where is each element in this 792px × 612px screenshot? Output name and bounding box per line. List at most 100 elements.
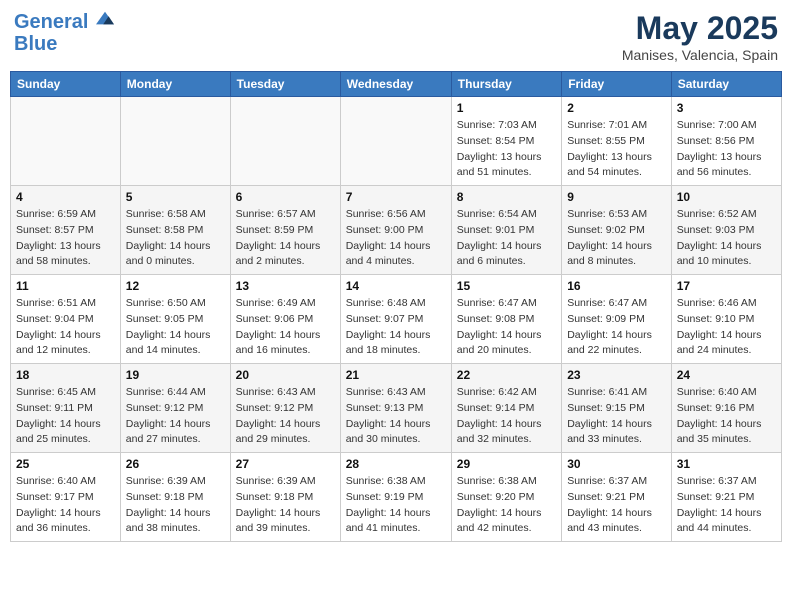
- day-number: 25: [16, 457, 115, 471]
- day-number: 12: [126, 279, 225, 293]
- weekday-header-cell: Monday: [120, 72, 230, 97]
- day-number: 18: [16, 368, 115, 382]
- day-number: 7: [346, 190, 446, 204]
- day-number: 21: [346, 368, 446, 382]
- day-number: 15: [457, 279, 556, 293]
- calendar-cell: 6 Sunrise: 6:57 AMSunset: 8:59 PMDaylight…: [230, 186, 340, 275]
- calendar-cell: 12 Sunrise: 6:50 AMSunset: 9:05 PMDayligh…: [120, 275, 230, 364]
- day-number: 22: [457, 368, 556, 382]
- day-info: Sunrise: 6:56 AMSunset: 9:00 PMDaylight:…: [346, 207, 446, 270]
- day-info: Sunrise: 6:39 AMSunset: 9:18 PMDaylight:…: [236, 474, 335, 537]
- day-info: Sunrise: 6:53 AMSunset: 9:02 PMDaylight:…: [567, 207, 666, 270]
- day-number: 2: [567, 101, 666, 115]
- calendar-cell: 2 Sunrise: 7:01 AMSunset: 8:55 PMDaylight…: [562, 97, 672, 186]
- calendar-cell: 10Sunrise: 6:52 AMSunset: 9:03 PMDayligh…: [671, 186, 781, 275]
- page-header: General Blue May 2025 Manises, Valencia,…: [10, 10, 782, 63]
- day-number: 17: [677, 279, 776, 293]
- day-info: Sunrise: 6:44 AMSunset: 9:12 PMDaylight:…: [126, 385, 225, 448]
- day-info: Sunrise: 6:52 AMSunset: 9:03 PMDaylight:…: [677, 207, 776, 270]
- calendar-cell: 24Sunrise: 6:40 AMSunset: 9:16 PMDayligh…: [671, 364, 781, 453]
- day-number: 13: [236, 279, 335, 293]
- calendar-body: 1 Sunrise: 7:03 AMSunset: 8:54 PMDaylight…: [11, 97, 782, 542]
- calendar-cell: 22 Sunrise: 6:42 AMSunset: 9:14 PMDayligh…: [451, 364, 561, 453]
- calendar-cell: 25Sunrise: 6:40 AMSunset: 9:17 PMDayligh…: [11, 453, 121, 542]
- calendar-week-row: 1 Sunrise: 7:03 AMSunset: 8:54 PMDaylight…: [11, 97, 782, 186]
- calendar-cell: [11, 97, 121, 186]
- calendar-week-row: 11Sunrise: 6:51 AMSunset: 9:04 PMDayligh…: [11, 275, 782, 364]
- calendar-cell: [340, 97, 451, 186]
- day-info: Sunrise: 6:48 AMSunset: 9:07 PMDaylight:…: [346, 296, 446, 359]
- calendar-cell: 30 Sunrise: 6:37 AMSunset: 9:21 PMDayligh…: [562, 453, 672, 542]
- day-number: 20: [236, 368, 335, 382]
- day-info: Sunrise: 7:03 AMSunset: 8:54 PMDaylight:…: [457, 118, 556, 181]
- day-info: Sunrise: 6:43 AMSunset: 9:12 PMDaylight:…: [236, 385, 335, 448]
- calendar-cell: 28Sunrise: 6:38 AMSunset: 9:19 PMDayligh…: [340, 453, 451, 542]
- day-number: 26: [126, 457, 225, 471]
- calendar-cell: 8 Sunrise: 6:54 AMSunset: 9:01 PMDaylight…: [451, 186, 561, 275]
- calendar-cell: 29 Sunrise: 6:38 AMSunset: 9:20 PMDayligh…: [451, 453, 561, 542]
- day-info: Sunrise: 6:59 AMSunset: 8:57 PMDaylight:…: [16, 207, 115, 270]
- calendar-cell: 19 Sunrise: 6:44 AMSunset: 9:12 PMDayligh…: [120, 364, 230, 453]
- calendar-week-row: 25Sunrise: 6:40 AMSunset: 9:17 PMDayligh…: [11, 453, 782, 542]
- day-info: Sunrise: 6:51 AMSunset: 9:04 PMDaylight:…: [16, 296, 115, 359]
- calendar-cell: 7 Sunrise: 6:56 AMSunset: 9:00 PMDaylight…: [340, 186, 451, 275]
- day-number: 23: [567, 368, 666, 382]
- calendar-cell: 16 Sunrise: 6:47 AMSunset: 9:09 PMDayligh…: [562, 275, 672, 364]
- calendar-week-row: 18 Sunrise: 6:45 AMSunset: 9:11 PMDayligh…: [11, 364, 782, 453]
- day-info: Sunrise: 6:54 AMSunset: 9:01 PMDaylight:…: [457, 207, 556, 270]
- calendar-cell: 14 Sunrise: 6:48 AMSunset: 9:07 PMDayligh…: [340, 275, 451, 364]
- day-info: Sunrise: 6:37 AMSunset: 9:21 PMDaylight:…: [567, 474, 666, 537]
- day-info: Sunrise: 6:39 AMSunset: 9:18 PMDaylight:…: [126, 474, 225, 537]
- weekday-header-cell: Sunday: [11, 72, 121, 97]
- calendar-week-row: 4 Sunrise: 6:59 AMSunset: 8:57 PMDaylight…: [11, 186, 782, 275]
- calendar-cell: 18 Sunrise: 6:45 AMSunset: 9:11 PMDayligh…: [11, 364, 121, 453]
- logo: General Blue: [14, 10, 114, 55]
- day-info: Sunrise: 6:37 AMSunset: 9:21 PMDaylight:…: [677, 474, 776, 537]
- day-number: 30: [567, 457, 666, 471]
- day-info: Sunrise: 6:47 AMSunset: 9:09 PMDaylight:…: [567, 296, 666, 359]
- day-info: Sunrise: 6:40 AMSunset: 9:16 PMDaylight:…: [677, 385, 776, 448]
- weekday-header-cell: Saturday: [671, 72, 781, 97]
- day-number: 4: [16, 190, 115, 204]
- calendar-cell: 9Sunrise: 6:53 AMSunset: 9:02 PMDaylight…: [562, 186, 672, 275]
- calendar-cell: 4 Sunrise: 6:59 AMSunset: 8:57 PMDaylight…: [11, 186, 121, 275]
- day-info: Sunrise: 6:47 AMSunset: 9:08 PMDaylight:…: [457, 296, 556, 359]
- location-subtitle: Manises, Valencia, Spain: [622, 47, 778, 63]
- calendar-table: SundayMondayTuesdayWednesdayThursdayFrid…: [10, 71, 782, 542]
- day-info: Sunrise: 6:57 AMSunset: 8:59 PMDaylight:…: [236, 207, 335, 270]
- day-info: Sunrise: 6:50 AMSunset: 9:05 PMDaylight:…: [126, 296, 225, 359]
- weekday-header-row: SundayMondayTuesdayWednesdayThursdayFrid…: [11, 72, 782, 97]
- weekday-header-cell: Thursday: [451, 72, 561, 97]
- day-info: Sunrise: 6:45 AMSunset: 9:11 PMDaylight:…: [16, 385, 115, 448]
- calendar-cell: 21Sunrise: 6:43 AMSunset: 9:13 PMDayligh…: [340, 364, 451, 453]
- logo-general: General: [14, 11, 88, 33]
- day-info: Sunrise: 6:42 AMSunset: 9:14 PMDaylight:…: [457, 385, 556, 448]
- day-number: 1: [457, 101, 556, 115]
- day-number: 27: [236, 457, 335, 471]
- day-info: Sunrise: 6:38 AMSunset: 9:20 PMDaylight:…: [457, 474, 556, 537]
- title-block: May 2025 Manises, Valencia, Spain: [622, 10, 778, 63]
- day-number: 16: [567, 279, 666, 293]
- day-number: 6: [236, 190, 335, 204]
- calendar-cell: 11Sunrise: 6:51 AMSunset: 9:04 PMDayligh…: [11, 275, 121, 364]
- calendar-cell: 5Sunrise: 6:58 AMSunset: 8:58 PMDaylight…: [120, 186, 230, 275]
- calendar-cell: 31Sunrise: 6:37 AMSunset: 9:21 PMDayligh…: [671, 453, 781, 542]
- day-info: Sunrise: 6:58 AMSunset: 8:58 PMDaylight:…: [126, 207, 225, 270]
- day-info: Sunrise: 6:49 AMSunset: 9:06 PMDaylight:…: [236, 296, 335, 359]
- day-number: 28: [346, 457, 446, 471]
- day-number: 29: [457, 457, 556, 471]
- calendar-cell: 20 Sunrise: 6:43 AMSunset: 9:12 PMDayligh…: [230, 364, 340, 453]
- day-number: 8: [457, 190, 556, 204]
- day-number: 3: [677, 101, 776, 115]
- calendar-cell: [120, 97, 230, 186]
- calendar-cell: 17Sunrise: 6:46 AMSunset: 9:10 PMDayligh…: [671, 275, 781, 364]
- day-info: Sunrise: 6:41 AMSunset: 9:15 PMDaylight:…: [567, 385, 666, 448]
- day-number: 14: [346, 279, 446, 293]
- calendar-cell: 23 Sunrise: 6:41 AMSunset: 9:15 PMDayligh…: [562, 364, 672, 453]
- calendar-cell: 26 Sunrise: 6:39 AMSunset: 9:18 PMDayligh…: [120, 453, 230, 542]
- day-number: 19: [126, 368, 225, 382]
- calendar-cell: [230, 97, 340, 186]
- calendar-cell: 3Sunrise: 7:00 AMSunset: 8:56 PMDaylight…: [671, 97, 781, 186]
- day-info: Sunrise: 7:01 AMSunset: 8:55 PMDaylight:…: [567, 118, 666, 181]
- logo-icon: [96, 10, 114, 28]
